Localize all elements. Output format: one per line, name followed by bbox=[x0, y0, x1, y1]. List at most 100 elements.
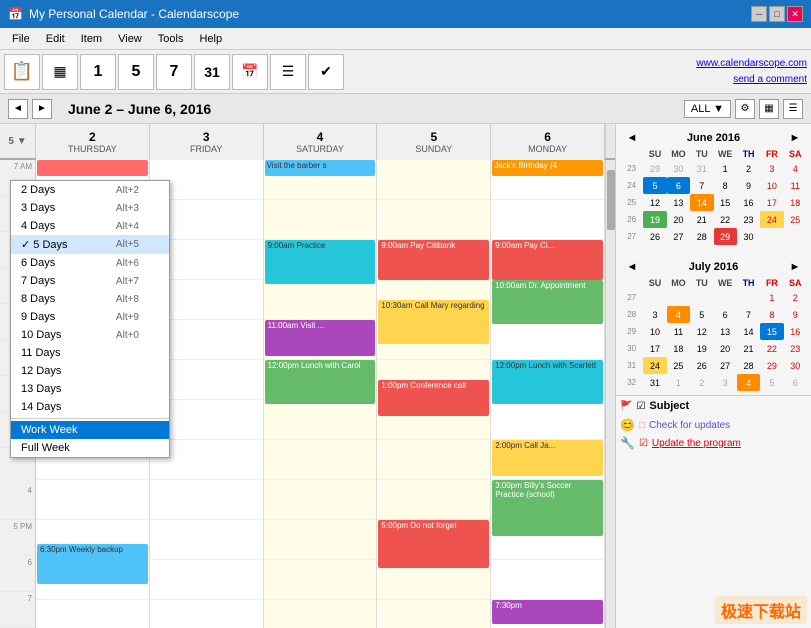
day-jun4[interactable]: 4 bbox=[784, 160, 807, 177]
scrollbar-thumb[interactable] bbox=[607, 170, 615, 230]
day-jul11[interactable]: 11 bbox=[667, 323, 690, 340]
menu-tools[interactable]: Tools bbox=[150, 31, 192, 47]
event-sun-donotforget[interactable]: 5:00pm Do not forget bbox=[378, 520, 489, 568]
day-aug5[interactable]: 5 bbox=[760, 374, 783, 391]
day-aug2[interactable]: 2 bbox=[690, 374, 713, 391]
day-jun3[interactable]: 3 bbox=[760, 160, 783, 177]
mini-cal-july-next[interactable]: ► bbox=[787, 259, 803, 275]
day-jun21[interactable]: 21 bbox=[690, 211, 713, 228]
day-30-om[interactable]: 30 bbox=[667, 160, 690, 177]
day-jul13[interactable]: 13 bbox=[714, 323, 737, 340]
dropdown-14days[interactable]: 14 Days bbox=[11, 398, 169, 416]
day-jul22[interactable]: 22 bbox=[760, 340, 783, 357]
task2-label[interactable]: Update the program bbox=[652, 438, 741, 449]
dropdown-12days[interactable]: 12 Days bbox=[11, 362, 169, 380]
day-jul6[interactable]: 6 bbox=[714, 306, 737, 323]
menu-file[interactable]: File bbox=[4, 31, 38, 47]
day-jul14[interactable]: 14 bbox=[737, 323, 760, 340]
day-jun24[interactable]: 24 bbox=[760, 211, 783, 228]
close-button[interactable]: ✕ bbox=[787, 6, 803, 22]
day-jul20[interactable]: 20 bbox=[714, 340, 737, 357]
day-jun7[interactable]: 7 bbox=[690, 177, 713, 194]
mini-cal-next[interactable]: ► bbox=[787, 130, 803, 146]
day-jul17[interactable]: 17 bbox=[643, 340, 666, 357]
day-jul28[interactable]: 28 bbox=[737, 357, 760, 374]
day-aug3[interactable]: 3 bbox=[714, 374, 737, 391]
day-jul27[interactable]: 27 bbox=[714, 357, 737, 374]
event-sat-lunch[interactable]: 12:00pm Lunch with Carol bbox=[265, 360, 376, 404]
dropdown-6days[interactable]: 6 DaysAlt+6 bbox=[11, 254, 169, 272]
dropdown-7days[interactable]: 7 DaysAlt+7 bbox=[11, 272, 169, 290]
week-num-header[interactable]: 5 ▼ bbox=[0, 124, 36, 158]
day-jul10[interactable]: 10 bbox=[643, 323, 666, 340]
event-mon-730[interactable]: 7:30pm bbox=[492, 600, 603, 624]
day-jun28[interactable]: 28 bbox=[690, 228, 713, 245]
vertical-scrollbar[interactable] bbox=[605, 160, 615, 628]
dropdown-workweek[interactable]: Work Week bbox=[11, 421, 169, 439]
day31-button[interactable]: 31 bbox=[194, 54, 230, 90]
header-sat[interactable]: 4 SATURDAY bbox=[264, 124, 378, 160]
day-jul21[interactable]: 21 bbox=[737, 340, 760, 357]
event-mon-callj[interactable]: 2:00pm Call Ja... bbox=[492, 440, 603, 476]
day-jun16[interactable]: 16 bbox=[737, 194, 760, 211]
day-jul4[interactable]: 4 bbox=[667, 306, 690, 323]
day-jun1[interactable]: 1 bbox=[714, 160, 737, 177]
event-sun-conf[interactable]: 1:00pm Conference call bbox=[378, 380, 489, 416]
day-jun11[interactable]: 11 bbox=[784, 177, 807, 194]
header-fri[interactable]: 3 FRIDAY bbox=[150, 124, 264, 160]
event-sat-practice[interactable]: 9:00am Practice bbox=[265, 240, 376, 284]
day-jul5[interactable]: 5 bbox=[690, 306, 713, 323]
dropdown-3days[interactable]: 3 DaysAlt+3 bbox=[11, 199, 169, 217]
day-jun2[interactable]: 2 bbox=[737, 160, 760, 177]
day-jul26[interactable]: 26 bbox=[690, 357, 713, 374]
week-view-button[interactable]: ▦ bbox=[42, 54, 78, 90]
header-mon[interactable]: 6 MONDAY bbox=[491, 124, 605, 160]
day-jun17[interactable]: 17 bbox=[760, 194, 783, 211]
maximize-button[interactable]: □ bbox=[769, 6, 785, 22]
dropdown-fullweek[interactable]: Full Week bbox=[11, 439, 169, 457]
event-mon-soccer[interactable]: 3:00pm Billy's Soccer Practice (school) bbox=[492, 480, 603, 536]
list-toggle-button[interactable]: ☰ bbox=[783, 99, 803, 119]
dropdown-2days[interactable]: 2 DaysAlt+2 bbox=[11, 181, 169, 199]
day1-button[interactable]: 1 bbox=[80, 54, 116, 90]
list-view-button[interactable]: ☰ bbox=[270, 54, 306, 90]
day-jun13[interactable]: 13 bbox=[667, 194, 690, 211]
day-jul12[interactable]: 12 bbox=[690, 323, 713, 340]
mini-cal-july-prev[interactable]: ◄ bbox=[624, 259, 640, 275]
day-jul2[interactable]: 2 bbox=[784, 289, 807, 306]
day-jun18[interactable]: 18 bbox=[784, 194, 807, 211]
day5-button[interactable]: 5 bbox=[118, 54, 154, 90]
event-sat-visit[interactable]: 11:00am Visit ... bbox=[265, 320, 376, 356]
day-jun9[interactable]: 9 bbox=[737, 177, 760, 194]
day-jul7[interactable]: 7 bbox=[737, 306, 760, 323]
menu-help[interactable]: Help bbox=[191, 31, 230, 47]
dropdown-13days[interactable]: 13 Days bbox=[11, 380, 169, 398]
event-mon-dr[interactable]: 10:00am Dr. Appointment bbox=[492, 280, 603, 324]
day-jun22[interactable]: 22 bbox=[714, 211, 737, 228]
view-toggle-button[interactable]: ▦ bbox=[759, 99, 779, 119]
day-jun27[interactable]: 27 bbox=[667, 228, 690, 245]
event-thu-red[interactable] bbox=[37, 160, 148, 176]
day-jun12[interactable]: 12 bbox=[643, 194, 666, 211]
day-jul1[interactable]: 1 bbox=[760, 289, 783, 306]
day-aug6[interactable]: 6 bbox=[784, 374, 807, 391]
day-jun19[interactable]: 19 bbox=[643, 211, 666, 228]
menu-edit[interactable]: Edit bbox=[38, 31, 73, 47]
day-jul3[interactable]: 3 bbox=[643, 306, 666, 323]
all-button[interactable]: ALL ▼ bbox=[684, 100, 731, 118]
day-jun10[interactable]: 10 bbox=[760, 177, 783, 194]
day-jun20[interactable]: 20 bbox=[667, 211, 690, 228]
header-sun[interactable]: 5 SUNDAY bbox=[377, 124, 491, 160]
mini-cal-prev[interactable]: ◄ bbox=[624, 130, 640, 146]
settings-button[interactable]: ⚙ bbox=[735, 99, 755, 119]
day-jun26[interactable]: 26 bbox=[643, 228, 666, 245]
day-jun15[interactable]: 15 bbox=[714, 194, 737, 211]
day-jul25[interactable]: 25 bbox=[667, 357, 690, 374]
day-jun30[interactable]: 30 bbox=[737, 228, 760, 245]
dropdown-4days[interactable]: 4 DaysAlt+4 bbox=[11, 217, 169, 235]
dropdown-8days[interactable]: 8 DaysAlt+8 bbox=[11, 290, 169, 308]
day-jul24[interactable]: 24 bbox=[643, 357, 666, 374]
header-thu[interactable]: 2 THURSDAY bbox=[36, 124, 150, 160]
new-event-button[interactable]: 📋 bbox=[4, 54, 40, 90]
day-29-om[interactable]: 29 bbox=[643, 160, 666, 177]
